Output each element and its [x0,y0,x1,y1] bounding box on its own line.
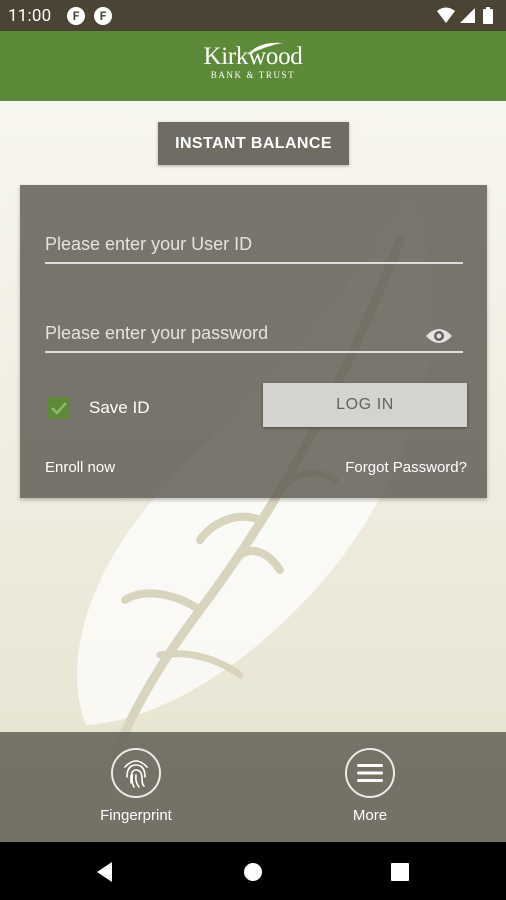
fingerprint-icon [124,760,148,788]
more-label: More [352,807,388,824]
home-icon[interactable] [240,859,266,885]
status-time: 11:00 [8,6,52,26]
app-header: Kirkwood BANK & TRUST [0,31,506,101]
save-id-label: Save ID [89,398,150,417]
battery-icon [483,7,493,24]
bottom-bar: Fingerprint More [0,732,506,842]
logo-subtitle: BANK & TRUST [210,70,296,80]
password-input[interactable] [45,319,425,347]
user-id-input[interactable] [45,230,425,258]
system-nav-bar [0,842,506,900]
fingerprint-button[interactable]: Fingerprint [76,748,196,838]
status-icons [436,6,498,25]
instant-balance-button[interactable]: INSTANT BALANCE [158,122,349,165]
wifi-icon [437,7,455,23]
more-button[interactable]: More [310,748,430,838]
enroll-now-link[interactable]: Enroll now [45,459,115,476]
user-id-field [45,222,463,264]
password-field [45,311,463,353]
login-button[interactable]: LOG IN [263,383,467,427]
cell-signal-icon [460,8,475,23]
save-id-checkbox[interactable] [48,397,70,419]
login-card: Save ID LOG IN Enroll now Forgot Passwor… [20,185,487,498]
fingerprint-circle [111,748,161,798]
notification-app-icon: F [94,7,112,25]
leaf-logo-icon [247,42,283,55]
recents-icon[interactable] [387,859,413,885]
more-circle [345,748,395,798]
kirkwood-logo: Kirkwood BANK & TRUST [190,42,316,92]
back-icon[interactable] [92,859,118,885]
fingerprint-label: Fingerprint [100,807,172,824]
checkmark-icon [51,402,67,415]
forgot-password-link[interactable]: Forgot Password? [345,459,467,476]
status-bar: 11:00 F F [0,0,506,31]
eye-icon[interactable] [425,327,453,345]
hamburger-menu-icon [357,764,383,782]
notification-app-icon: F [67,7,85,25]
